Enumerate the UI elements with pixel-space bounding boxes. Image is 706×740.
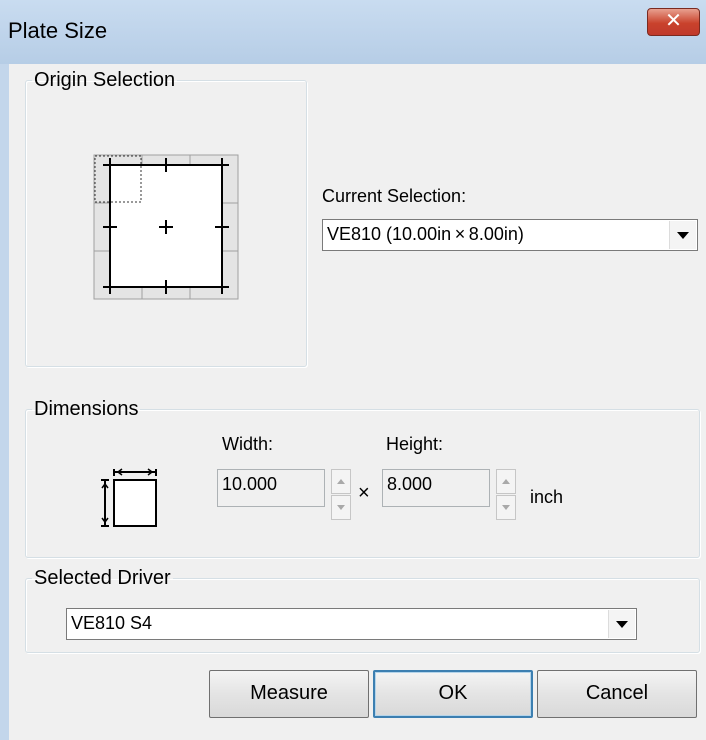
spin-up-icon[interactable]	[331, 469, 351, 494]
origin-grid-icon[interactable]	[93, 154, 239, 300]
window-frame	[0, 64, 9, 740]
dialog-body: Origin Selection Current Selection: VE81…	[9, 64, 706, 740]
width-label: Width:	[222, 434, 274, 454]
close-icon: ✕	[665, 10, 682, 32]
spin-down-icon[interactable]	[496, 495, 516, 520]
height-field[interactable]: 8.000	[382, 469, 490, 507]
width-spinner[interactable]	[331, 469, 351, 521]
window-title: Plate Size	[8, 18, 108, 43]
close-button[interactable]: ✕	[647, 8, 700, 36]
unit-label: inch	[530, 487, 564, 507]
current-selection-value: VE810 (10.00in × 8.00in)	[327, 224, 524, 244]
chevron-down-icon[interactable]	[669, 221, 696, 249]
measure-button[interactable]: Measure	[209, 670, 369, 718]
plate-dimension-icon	[98, 468, 162, 532]
cancel-button[interactable]: Cancel	[537, 670, 697, 718]
selected-driver-legend: Selected Driver	[34, 567, 171, 589]
current-selection-label: Current Selection:	[322, 186, 467, 206]
spin-up-icon[interactable]	[496, 469, 516, 494]
title-bar: Plate Size ✕	[0, 0, 706, 65]
height-value: 8.000	[387, 474, 433, 494]
spin-down-icon[interactable]	[331, 495, 351, 520]
width-field[interactable]: 10.000	[217, 469, 325, 507]
driver-combo[interactable]: VE810 S4	[66, 608, 637, 640]
driver-value: VE810 S4	[71, 613, 153, 633]
current-selection-combo[interactable]: VE810 (10.00in × 8.00in)	[322, 219, 698, 251]
ok-button[interactable]: OK	[373, 670, 533, 718]
width-value: 10.000	[222, 474, 278, 494]
chevron-down-icon[interactable]	[608, 610, 635, 638]
dimensions-legend: Dimensions	[34, 398, 139, 420]
origin-selection-legend: Origin Selection	[34, 69, 176, 91]
times-sign: ×	[358, 482, 370, 504]
height-label: Height:	[386, 434, 444, 454]
height-spinner[interactable]	[496, 469, 516, 521]
